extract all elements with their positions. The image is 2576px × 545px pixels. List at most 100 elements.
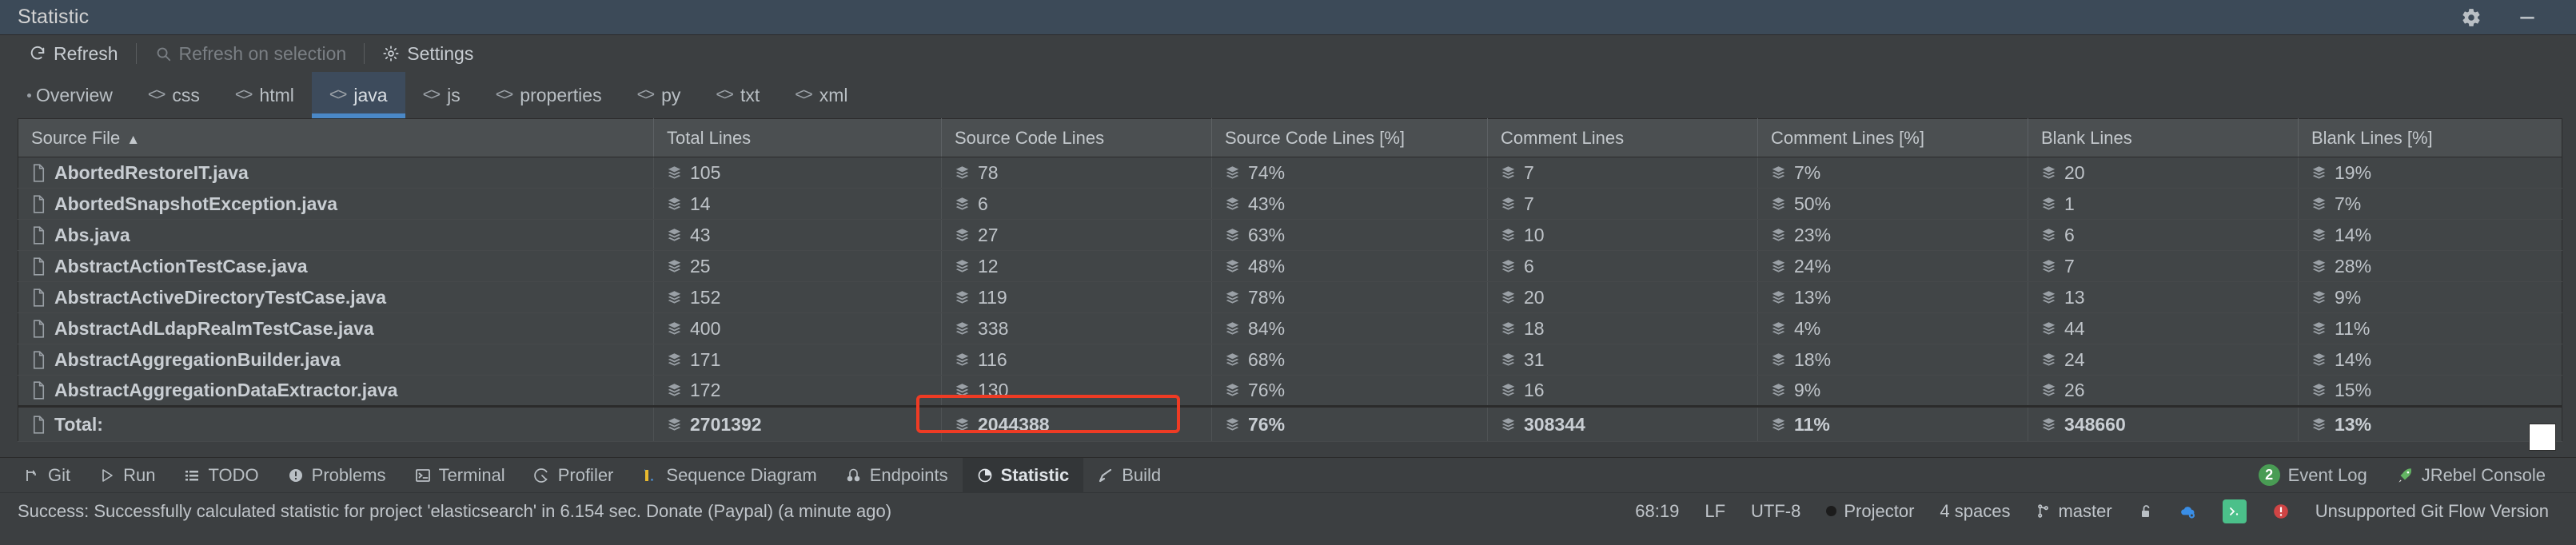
column-header-blank-lines[interactable]: Blank Lines: [2028, 119, 2299, 157]
refresh-on-selection-button[interactable]: Refresh on selection: [140, 39, 361, 68]
cell-source-code-lines-total[interactable]: 2044388: [942, 407, 1212, 442]
git-branch-widget[interactable]: master: [2023, 501, 2124, 522]
cell-source-file[interactable]: AbstractActiveDirectoryTestCase.java: [18, 282, 654, 313]
refresh-button[interactable]: Refresh: [14, 39, 133, 68]
table-row[interactable]: Abs.java 43 27 63% 10 23% 6 14%: [18, 220, 2562, 251]
cell-blank-lines[interactable]: 26: [2028, 376, 2299, 407]
terminal-green-icon[interactable]: [2210, 499, 2259, 523]
cell-comment-lines[interactable]: 10: [1488, 220, 1758, 251]
cell-comment-lines[interactable]: 7: [1488, 157, 1758, 189]
cell-comment-lines[interactable]: 308344: [1488, 407, 1758, 442]
cell-source-code-lines[interactable]: 12: [942, 251, 1212, 282]
cell-comment-lines-pct[interactable]: 11%: [1758, 407, 2028, 442]
cell-blank-lines-pct[interactable]: 15%: [2299, 376, 2562, 407]
cell-source-code-lines[interactable]: 6: [942, 189, 1212, 220]
bottom-bar-item-endpoints[interactable]: Endpoints: [831, 458, 963, 493]
cell-source-code-lines-pct[interactable]: 68%: [1212, 344, 1488, 376]
cell-blank-lines[interactable]: 1: [2028, 189, 2299, 220]
column-header-source-code-lines-pct[interactable]: Source Code Lines [%]: [1212, 119, 1488, 157]
column-header-comment-lines[interactable]: Comment Lines: [1488, 119, 1758, 157]
cell-blank-lines[interactable]: 24: [2028, 344, 2299, 376]
cell-comment-lines[interactable]: 16: [1488, 376, 1758, 407]
cell-blank-lines-pct[interactable]: 13%: [2299, 407, 2562, 442]
cell-total-lines[interactable]: 14: [654, 189, 942, 220]
tab-py[interactable]: <> py: [620, 72, 699, 118]
cell-total-label[interactable]: Total:: [18, 407, 654, 442]
cell-comment-lines-pct[interactable]: 9%: [1758, 376, 2028, 407]
cell-blank-lines[interactable]: 44: [2028, 313, 2299, 344]
cell-source-file[interactable]: AbstractActionTestCase.java: [18, 251, 654, 282]
cell-blank-lines-pct[interactable]: 9%: [2299, 282, 2562, 313]
tab-txt[interactable]: <> txt: [698, 72, 777, 118]
tab-overview[interactable]: Overview: [10, 72, 130, 118]
cell-source-code-lines[interactable]: 338: [942, 313, 1212, 344]
cell-blank-lines-pct[interactable]: 14%: [2299, 220, 2562, 251]
column-header-comment-lines-pct[interactable]: Comment Lines [%]: [1758, 119, 2028, 157]
cell-source-code-lines[interactable]: 119: [942, 282, 1212, 313]
cell-comment-lines-pct[interactable]: 23%: [1758, 220, 2028, 251]
indent-setting[interactable]: 4 spaces: [1927, 501, 2023, 522]
cell-source-code-lines[interactable]: 130: [942, 376, 1212, 407]
cell-comment-lines[interactable]: 20: [1488, 282, 1758, 313]
cell-source-code-lines-pct[interactable]: 84%: [1212, 313, 1488, 344]
cell-comment-lines[interactable]: 6: [1488, 251, 1758, 282]
table-row[interactable]: AbortedSnapshotException.java 14 6 43% 7…: [18, 189, 2562, 220]
tab-html[interactable]: <> html: [217, 72, 312, 118]
cell-comment-lines-pct[interactable]: 13%: [1758, 282, 2028, 313]
cell-blank-lines[interactable]: 13: [2028, 282, 2299, 313]
tab-xml[interactable]: <> xml: [777, 72, 865, 118]
cell-source-code-lines-pct[interactable]: 43%: [1212, 189, 1488, 220]
cell-source-code-lines-pct[interactable]: 63%: [1212, 220, 1488, 251]
bottom-bar-item-git[interactable]: Git: [10, 458, 85, 493]
status-message[interactable]: Success: Successfully calculated statist…: [18, 501, 891, 522]
cell-blank-lines[interactable]: 7: [2028, 251, 2299, 282]
column-header-blank-lines-pct[interactable]: Blank Lines [%]: [2299, 119, 2562, 157]
file-encoding[interactable]: UTF-8: [1738, 501, 1813, 522]
bottom-bar-item-sequence-diagram[interactable]: Sequence Diagram: [628, 458, 831, 493]
cell-blank-lines[interactable]: 20: [2028, 157, 2299, 189]
bottom-bar-item-terminal[interactable]: Terminal: [401, 458, 520, 493]
cell-comment-lines-pct[interactable]: 24%: [1758, 251, 2028, 282]
cell-blank-lines[interactable]: 348660: [2028, 407, 2299, 442]
bottom-bar-item-event-log[interactable]: 2 Event Log: [2244, 458, 2382, 493]
caret-position[interactable]: 68:19: [1622, 501, 1692, 522]
tab-js[interactable]: <> js: [405, 72, 478, 118]
table-row[interactable]: AbortedRestoreIT.java 105 78 74% 7 7% 20…: [18, 157, 2562, 189]
bottom-bar-item-statistic[interactable]: Statistic: [963, 458, 1084, 493]
table-row[interactable]: AbstractActionTestCase.java 25 12 48% 6 …: [18, 251, 2562, 282]
cell-source-code-lines-pct[interactable]: 76%: [1212, 407, 1488, 442]
cell-comment-lines[interactable]: 7: [1488, 189, 1758, 220]
cell-blank-lines-pct[interactable]: 19%: [2299, 157, 2562, 189]
cell-total-lines[interactable]: 400: [654, 313, 942, 344]
table-row[interactable]: AbstractAggregationBuilder.java 171 116 …: [18, 344, 2562, 376]
table-row[interactable]: AbstractAggregationDataExtractor.java 17…: [18, 376, 2562, 407]
cell-comment-lines[interactable]: 18: [1488, 313, 1758, 344]
cell-source-code-lines-pct[interactable]: 76%: [1212, 376, 1488, 407]
cell-comment-lines-pct[interactable]: 7%: [1758, 157, 2028, 189]
cell-source-code-lines-pct[interactable]: 48%: [1212, 251, 1488, 282]
projector-indicator[interactable]: Projector: [1813, 501, 1927, 522]
cell-source-code-lines[interactable]: 27: [942, 220, 1212, 251]
table-row[interactable]: AbstractActiveDirectoryTestCase.java 152…: [18, 282, 2562, 313]
column-header-total-lines[interactable]: Total Lines: [654, 119, 942, 157]
cell-total-lines[interactable]: 152: [654, 282, 942, 313]
tab-java[interactable]: <> java: [312, 72, 405, 118]
bottom-bar-item-profiler[interactable]: Profiler: [520, 458, 628, 493]
cell-total-lines[interactable]: 2701392: [654, 407, 942, 442]
cell-total-lines[interactable]: 172: [654, 376, 942, 407]
bottom-bar-item-problems[interactable]: Problems: [273, 458, 401, 493]
scroll-corner[interactable]: [2529, 424, 2556, 451]
cell-comment-lines[interactable]: 31: [1488, 344, 1758, 376]
cell-blank-lines[interactable]: 6: [2028, 220, 2299, 251]
column-header-source-file[interactable]: Source File▲: [18, 119, 654, 157]
cell-source-file[interactable]: AbstractAggregationDataExtractor.java: [18, 376, 654, 407]
line-separator[interactable]: LF: [1692, 501, 1738, 522]
cell-source-code-lines-pct[interactable]: 78%: [1212, 282, 1488, 313]
minimize-icon[interactable]: [2515, 6, 2539, 30]
column-header-source-code-lines[interactable]: Source Code Lines: [942, 119, 1212, 157]
git-flow-message[interactable]: Unsupported Git Flow Version: [2303, 501, 2562, 522]
cell-source-file[interactable]: AbortedSnapshotException.java: [18, 189, 654, 220]
bottom-bar-item-run[interactable]: Run: [85, 458, 169, 493]
cell-comment-lines-pct[interactable]: 4%: [1758, 313, 2028, 344]
bottom-bar-item-jrebel-console[interactable]: JRebel Console: [2382, 458, 2560, 493]
